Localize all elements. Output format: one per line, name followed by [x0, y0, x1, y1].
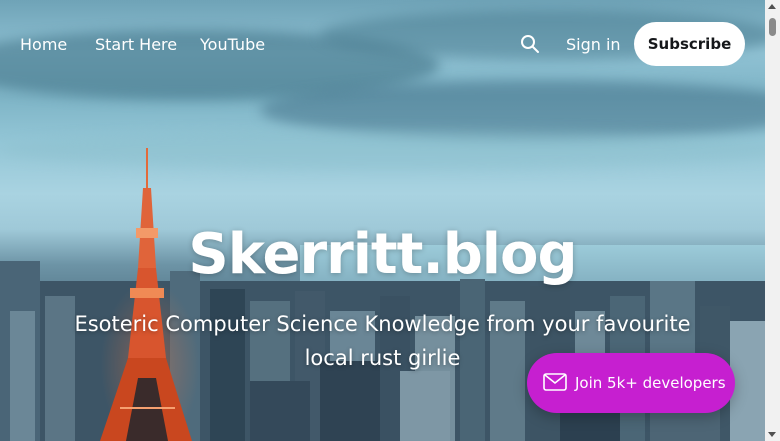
scroll-thumb[interactable]	[769, 18, 776, 36]
nav-link-start-here[interactable]: Start Here	[95, 35, 177, 54]
signin-link[interactable]: Sign in	[566, 35, 621, 54]
subscribe-button[interactable]: Subscribe	[634, 22, 745, 66]
nav-link-youtube[interactable]: YouTube	[200, 35, 265, 54]
mail-icon	[543, 373, 567, 391]
site-header: Home Start Here YouTube Sign in Subscrib…	[0, 0, 765, 88]
scrollbar[interactable]	[765, 0, 780, 441]
site-title: Skerritt.blog	[188, 222, 577, 287]
scroll-up-arrow-icon[interactable]	[768, 4, 776, 9]
portal-join-label: Join 5k+ developers	[575, 374, 726, 392]
search-icon[interactable]	[520, 34, 540, 54]
tokyo-tower	[100, 148, 192, 441]
nav-link-home[interactable]: Home	[20, 35, 67, 54]
portal-join-button[interactable]: Join 5k+ developers	[527, 353, 735, 413]
scroll-down-arrow-icon[interactable]	[768, 432, 776, 437]
